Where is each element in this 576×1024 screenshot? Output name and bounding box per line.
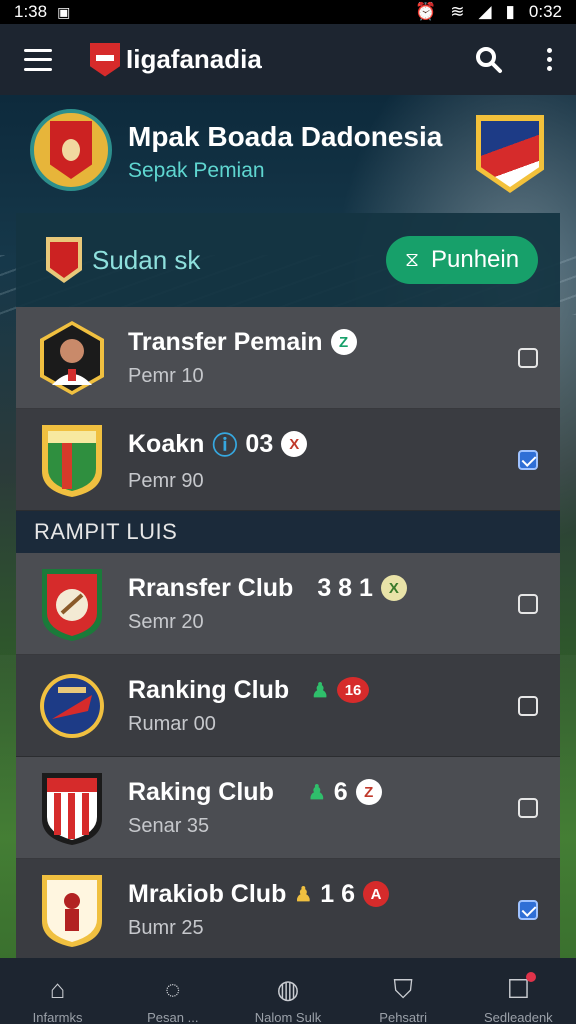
row-meta: 6 <box>333 777 348 806</box>
club-crest <box>38 565 106 643</box>
row-checkbox[interactable] <box>518 899 538 920</box>
row-checkbox[interactable] <box>518 449 538 470</box>
row-subtitle: Rumar 00 <box>128 712 216 735</box>
app-logo <box>90 42 120 77</box>
card-title: Sudan sk <box>92 244 201 275</box>
club-crest <box>38 667 106 745</box>
row-checkbox[interactable] <box>518 347 538 368</box>
nav-item-alerts[interactable]: ◍ Nalom Sulk <box>233 974 343 1024</box>
row-title: Raking Club <box>128 777 274 806</box>
action-pill-button[interactable]: ⧖ Punhein <box>386 236 538 284</box>
notification-dot <box>526 972 536 982</box>
person-icon: ♟ <box>307 781 326 804</box>
list-item[interactable]: Raking Club ♟ 6 Z Senar 35 <box>16 757 560 859</box>
info-icon: ⓘ <box>212 432 238 460</box>
menu-icon[interactable] <box>24 48 52 71</box>
status-bar: 1:38 ▣ ⏰ ≋ ◢ ▮ 0:32 <box>0 0 576 24</box>
row-meta: 3 8 1 <box>317 573 373 602</box>
row-tag-badge: X <box>281 431 308 457</box>
nav-label: Pehsatri <box>379 1010 427 1024</box>
image-notification-icon: ▣ <box>57 3 71 20</box>
row-tag-badge: Z <box>355 779 382 805</box>
row-title: Transfer Pemain <box>128 327 323 356</box>
row-title: Koakn <box>128 429 205 458</box>
nav-label: Nalom Sulk <box>254 1010 322 1024</box>
signal-icon: ◢ <box>478 2 492 21</box>
bell-icon: ◍ <box>276 974 300 1004</box>
notification-icon: ☐ <box>507 972 536 1004</box>
list-item[interactable]: Transfer Pemain Z Pemr 10 <box>16 307 560 409</box>
row-tag-badge: Z <box>330 329 357 355</box>
row-subtitle: Semr 20 <box>128 610 204 633</box>
row-subtitle: Pemr 90 <box>128 470 204 492</box>
nav-item-teams[interactable]: ⛉ Pehsatri <box>348 974 458 1024</box>
player-avatar <box>38 319 106 397</box>
row-subtitle: Bumr 25 <box>128 916 204 939</box>
person-icon: ♟ <box>294 883 313 906</box>
shield-icon: ⛉ <box>393 974 413 1004</box>
club-crest <box>38 871 106 949</box>
wifi-icon: ≋ <box>450 2 465 21</box>
search-icon[interactable] <box>475 46 503 74</box>
league-header: Mpak Boada Dadonesia Sepak Pemian <box>0 95 576 215</box>
row-tag-badge: 16 <box>337 677 370 703</box>
row-subtitle: Senar 35 <box>128 814 210 837</box>
app-bar: Iigafanadia <box>0 24 576 95</box>
card-header: Sudan sk ⧖ Punhein <box>16 213 560 307</box>
section-header: RAMPIT LUIS <box>16 511 560 553</box>
more-options-icon[interactable] <box>547 48 552 71</box>
club-crest <box>38 769 106 847</box>
app-title: Iigafanadia <box>126 44 262 74</box>
row-checkbox[interactable] <box>518 593 538 614</box>
league-crest-right <box>476 115 544 193</box>
nav-item-messages[interactable]: ◌ Pesan ... <box>118 974 228 1024</box>
row-tag-badge: X <box>380 575 407 601</box>
league-crest-left <box>30 109 112 191</box>
row-meta: 03 <box>245 429 274 458</box>
alarm-icon: ⏰ <box>415 2 437 21</box>
row-title: Ranking Club <box>128 675 290 704</box>
row-meta: 1 6 <box>320 879 356 908</box>
nav-label: Sedleadenk <box>484 1010 553 1024</box>
list-item[interactable]: Mrakiob Club ♟ 1 6 A Bumr 25 <box>16 859 560 961</box>
row-title: Rransfer Club <box>128 573 294 602</box>
nav-item-notifications[interactable]: ☐ Sedleadenk <box>463 972 573 1024</box>
person-icon: ♟ <box>311 679 330 702</box>
list-item[interactable]: Rransfer Club 3 8 1 X Semr 20 <box>16 553 560 655</box>
content-card: Sudan sk ⧖ Punhein Transfer Pemain Z Pem… <box>16 213 560 961</box>
hourglass-icon: ⧖ <box>404 248 419 271</box>
row-checkbox[interactable] <box>518 695 538 716</box>
list-item[interactable]: Ranking Club ♟ 16 Rumar 00 <box>16 655 560 757</box>
location-icon: ◌ <box>165 974 181 1004</box>
league-subtitle: Sepak Pemian <box>128 159 265 182</box>
home-icon: ⌂ <box>49 974 66 1004</box>
action-pill-label: Punhein <box>430 246 520 273</box>
battery-icon: ▮ <box>505 2 515 21</box>
status-battery-time: 0:32 <box>528 2 562 21</box>
league-title: Mpak Boada Dadonesia <box>128 121 443 152</box>
nav-label: Pesan ... <box>147 1010 199 1024</box>
row-subtitle: Pemr 10 <box>128 364 204 387</box>
team-shield-icon <box>46 237 82 283</box>
list-item[interactable]: Koakn ⓘ 03 X Pemr 90 <box>16 409 560 511</box>
row-checkbox[interactable] <box>518 797 538 818</box>
bottom-navigation: ⌂ Infarmks ◌ Pesan ... ◍ Nalom Sulk ⛉ Pe… <box>0 958 576 1024</box>
nav-label: Infarmks <box>32 1010 83 1024</box>
row-tag-badge: A <box>363 881 390 907</box>
status-time: 1:38 <box>14 2 48 21</box>
row-title: Mrakiob Club <box>128 879 287 908</box>
nav-item-home[interactable]: ⌂ Infarmks <box>3 974 113 1024</box>
club-crest <box>38 421 106 499</box>
